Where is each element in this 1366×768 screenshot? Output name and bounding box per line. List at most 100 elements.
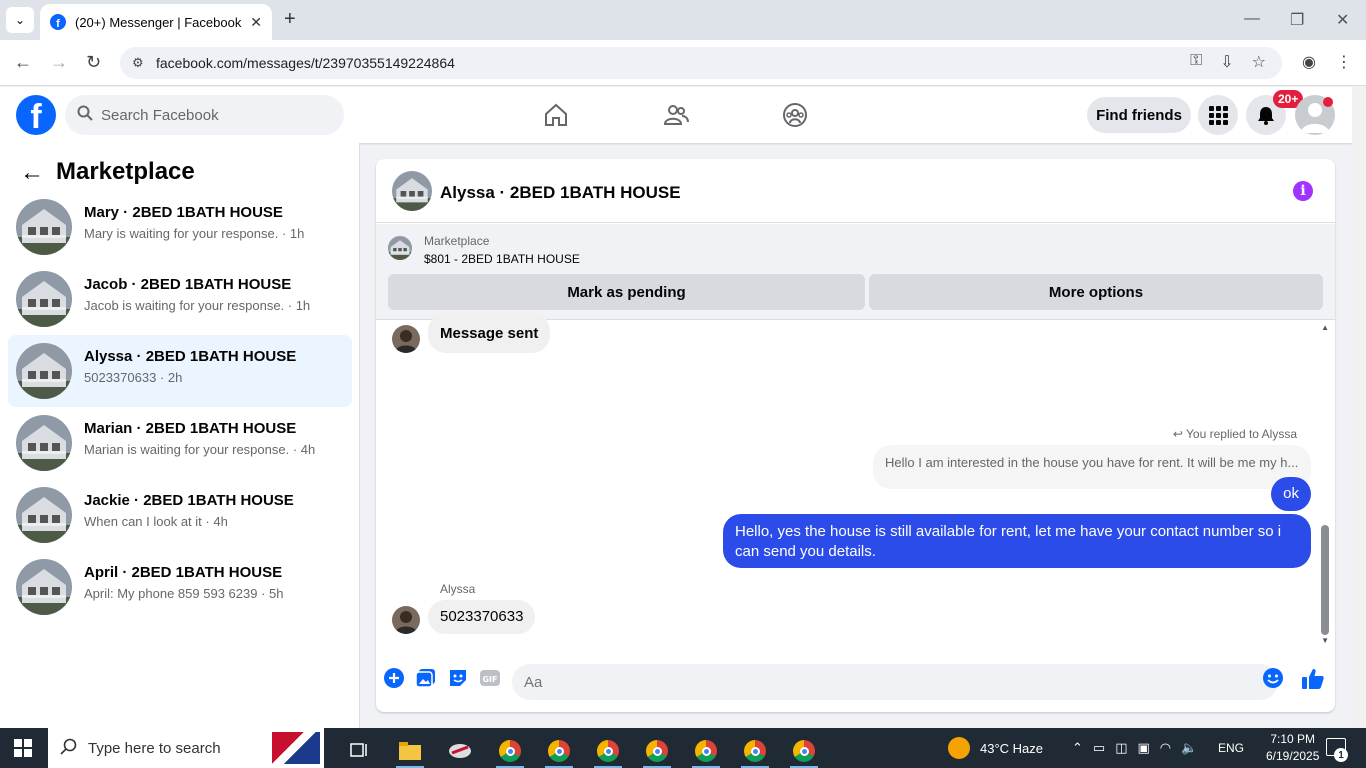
windows-taskbar: Type here to search 43°C Haze ⌃ ▭ ◫ ▣ ◠ … bbox=[0, 728, 1366, 768]
file-explorer-icon[interactable] bbox=[390, 734, 430, 768]
app-icon[interactable] bbox=[440, 734, 480, 768]
facebook-search-input[interactable]: Search Facebook bbox=[65, 95, 344, 135]
display-icon[interactable]: ▣ bbox=[1138, 740, 1150, 756]
install-app-icon[interactable]: ⇩ bbox=[1220, 52, 1233, 72]
conversation-item[interactable]: April · 2BED 1BATH HOUSE April: My phone … bbox=[8, 551, 352, 623]
tab-search-button[interactable]: ⌄ bbox=[6, 7, 34, 33]
windows-start-icon[interactable] bbox=[14, 739, 32, 757]
back-arrow-icon[interactable]: ← bbox=[20, 159, 44, 187]
chrome-logo-icon bbox=[499, 740, 521, 762]
reload-icon[interactable]: ↻ bbox=[86, 52, 101, 73]
chrome-icon[interactable] bbox=[735, 734, 775, 768]
chrome-icon[interactable] bbox=[784, 734, 824, 768]
search-highlight-icon bbox=[272, 732, 320, 764]
conversation-item[interactable]: Jackie · 2BED 1BATH HOUSE When can I look… bbox=[8, 479, 352, 551]
ok-bubble[interactable]: ok bbox=[1271, 477, 1311, 511]
clock-time: 7:10 PM bbox=[1270, 732, 1316, 746]
svg-text:GIF: GIF bbox=[482, 675, 497, 684]
groups-icon[interactable] bbox=[781, 101, 809, 129]
thread-scrollbar[interactable] bbox=[1321, 525, 1329, 635]
home-icon[interactable] bbox=[542, 101, 570, 129]
sender-avatar[interactable] bbox=[392, 325, 420, 353]
taskbar-search-input[interactable]: Type here to search bbox=[48, 728, 324, 768]
conversation-item[interactable]: Marian · 2BED 1BATH HOUSE Marian is waiti… bbox=[8, 407, 352, 479]
taskbar-clock[interactable]: 7:10 PM 6/19/2025 bbox=[1266, 731, 1319, 765]
page-scrollbar[interactable] bbox=[1352, 87, 1366, 728]
gif-icon[interactable]: GIF bbox=[479, 667, 501, 689]
reply-bubble[interactable]: Hello, yes the house is still available … bbox=[723, 514, 1311, 568]
chat-avatar[interactable] bbox=[392, 171, 432, 211]
weather-widget[interactable]: 43°C Haze bbox=[948, 728, 1043, 768]
facebook-logo-icon[interactable]: f bbox=[16, 95, 56, 135]
reply-arrow-icon: ↩ bbox=[1172, 427, 1187, 441]
back-icon[interactable]: ← bbox=[14, 52, 32, 73]
scroll-up-icon[interactable]: ▲ bbox=[1321, 323, 1329, 332]
wifi-icon[interactable]: ◠ bbox=[1160, 740, 1171, 756]
chrome-icon[interactable] bbox=[588, 734, 628, 768]
task-view-icon[interactable] bbox=[340, 734, 380, 768]
facebook-favicon-icon: f bbox=[50, 14, 66, 30]
conversation-avatar bbox=[16, 271, 72, 327]
find-friends-button[interactable]: Find friends bbox=[1087, 97, 1191, 133]
emoji-icon[interactable] bbox=[1262, 667, 1284, 689]
menu-grid-icon[interactable] bbox=[1198, 95, 1238, 135]
sticker-icon[interactable] bbox=[447, 667, 469, 689]
camera-icon[interactable]: ◫ bbox=[1115, 740, 1127, 756]
message-input[interactable] bbox=[512, 664, 1278, 700]
conversation-item[interactable]: Jacob · 2BED 1BATH HOUSE Jacob is waiting… bbox=[8, 263, 352, 335]
minimize-icon[interactable]: — bbox=[1244, 10, 1260, 28]
conversation-avatar bbox=[16, 559, 72, 615]
plus-icon[interactable] bbox=[383, 667, 405, 689]
browser-menu-icon[interactable]: ⋮ bbox=[1336, 52, 1352, 72]
volume-icon[interactable]: 🔈 bbox=[1181, 740, 1197, 756]
conversation-preview: Mary is waiting for your response. · 1h bbox=[84, 226, 305, 241]
bookmark-star-icon[interactable]: ☆ bbox=[1252, 52, 1266, 72]
more-options-button[interactable]: More options bbox=[869, 274, 1323, 310]
conversation-item[interactable]: Alyssa · 2BED 1BATH HOUSE 5023370633 · 2h bbox=[8, 335, 352, 407]
clock-date: 6/19/2025 bbox=[1266, 749, 1320, 763]
conversation-name: Jacob · 2BED 1BATH HOUSE bbox=[84, 276, 292, 293]
chrome-icon[interactable] bbox=[490, 734, 530, 768]
chrome-logo-icon bbox=[793, 740, 815, 762]
scroll-down-icon[interactable]: ▼ bbox=[1321, 636, 1329, 645]
restore-icon[interactable]: ❐ bbox=[1290, 10, 1304, 30]
thumbs-up-icon[interactable] bbox=[1301, 667, 1324, 689]
listing-title[interactable]: $801 - 2BED 1BATH HOUSE bbox=[424, 252, 580, 266]
mark-as-pending-button[interactable]: Mark as pending bbox=[388, 274, 865, 310]
chrome-logo-icon bbox=[548, 740, 570, 762]
tab-close-icon[interactable]: ✕ bbox=[250, 14, 262, 31]
forward-icon[interactable]: → bbox=[50, 52, 68, 73]
profile-icon[interactable]: ◉ bbox=[1302, 52, 1316, 72]
chat-title[interactable]: Alyssa · 2BED 1BATH HOUSE bbox=[440, 183, 681, 203]
notification-count: 1 bbox=[1334, 748, 1348, 762]
battery-icon[interactable]: ▭ bbox=[1093, 740, 1105, 756]
conversation-avatar bbox=[16, 487, 72, 543]
taskbar-search-icon bbox=[60, 738, 78, 761]
taskbar-search-placeholder: Type here to search bbox=[88, 739, 221, 757]
chrome-icon[interactable] bbox=[539, 734, 579, 768]
chrome-icon[interactable] bbox=[686, 734, 726, 768]
chrome-icon[interactable] bbox=[637, 734, 677, 768]
new-tab-icon[interactable]: + bbox=[284, 8, 296, 31]
listing-bar: Marketplace $801 - 2BED 1BATH HOUSE Mark… bbox=[376, 224, 1335, 320]
quoted-message[interactable]: Hello I am interested in the house you h… bbox=[873, 445, 1311, 489]
tray-chevron-icon[interactable]: ⌃ bbox=[1072, 740, 1083, 756]
weather-text: 43°C Haze bbox=[980, 740, 1044, 756]
conversation-avatar bbox=[16, 343, 72, 399]
site-settings-icon[interactable]: ⚙ bbox=[132, 55, 144, 71]
photo-icon[interactable] bbox=[415, 667, 437, 689]
conversation-preview: 5023370633 · 2h bbox=[84, 370, 183, 385]
conversation-item[interactable]: Mary · 2BED 1BATH HOUSE Mary is waiting f… bbox=[8, 191, 352, 263]
info-icon[interactable]: i bbox=[1293, 181, 1313, 201]
friends-icon[interactable] bbox=[662, 101, 690, 129]
language-indicator[interactable]: ENG bbox=[1218, 728, 1244, 768]
marketplace-sidebar: ← Marketplace Mary · 2BED 1BATH HOUSE Mar… bbox=[0, 143, 360, 728]
browser-tab[interactable]: f (20+) Messenger | Facebook ✕ bbox=[40, 4, 272, 40]
close-window-icon[interactable]: ✕ bbox=[1336, 10, 1349, 30]
listing-thumbnail[interactable] bbox=[388, 236, 412, 260]
phone-bubble[interactable]: 5023370633 bbox=[428, 600, 536, 634]
chat-panel: Alyssa · 2BED 1BATH HOUSE i Marketplace … bbox=[376, 159, 1335, 712]
sender-avatar[interactable] bbox=[392, 606, 420, 634]
url-field[interactable]: ⚙ facebook.com/messages/t/23970355149224… bbox=[120, 47, 1282, 79]
key-icon[interactable]: ⚿ bbox=[1190, 52, 1202, 72]
